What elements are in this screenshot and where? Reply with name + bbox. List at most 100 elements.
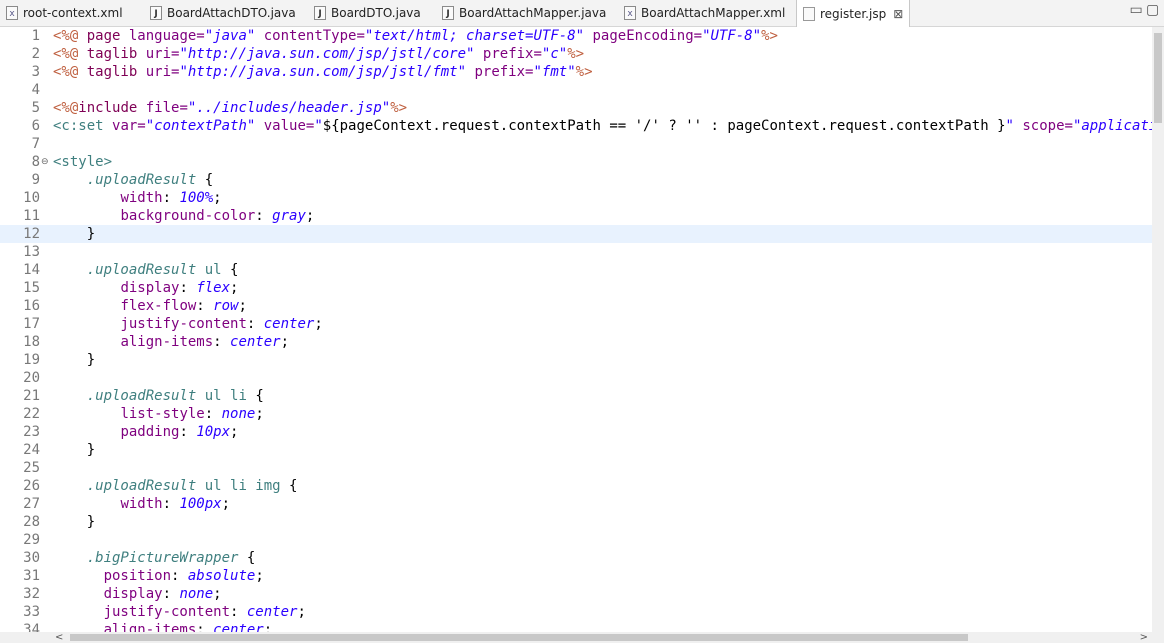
code-text: <%@ taglib uri="http://java.sun.com/jsp/… (53, 46, 585, 62)
code-text: .uploadResult ul { (86, 262, 239, 278)
code-text: .bigPictureWrapper { (86, 550, 256, 566)
code-text: display: none; (103, 586, 222, 602)
line-number: 5 (31, 100, 40, 116)
java-file-icon: J (150, 6, 162, 20)
code-line[interactable]: 22 list-style: none; (0, 405, 1152, 423)
code-line[interactable]: 6 <c:set var="contextPath" value="${pageC… (0, 117, 1152, 135)
java-file-icon: J (442, 6, 454, 20)
tab-boardattachmapper-java[interactable]: J BoardAttachMapper.java (442, 0, 606, 26)
line-number: 8 (31, 154, 40, 170)
xml-file-icon: x (6, 6, 18, 20)
jsp-file-icon (803, 6, 815, 21)
fold-toggle-icon[interactable]: ⊖ (41, 157, 49, 167)
code-text: display: flex; (120, 280, 239, 296)
code-line[interactable]: 7 (0, 135, 1152, 153)
tab-boarddto-java[interactable]: J BoardDTO.java (314, 0, 421, 26)
minimize-icon[interactable]: ▭ (1130, 2, 1143, 18)
code-line[interactable]: 17 justify-content: center; (0, 315, 1152, 333)
code-line[interactable]: 10 width: 100%; (0, 189, 1152, 207)
tab-boardattachdto-java[interactable]: J BoardAttachDTO.java (150, 0, 296, 26)
code-text: list-style: none; (120, 406, 264, 422)
code-line[interactable]: 12 } (0, 225, 1152, 243)
line-number: 4 (31, 82, 40, 98)
scroll-left-icon[interactable]: < (55, 632, 63, 643)
vertical-scroll-thumb[interactable] (1154, 33, 1162, 123)
code-line[interactable]: 32 display: none; (0, 585, 1152, 603)
tab-label: register.jsp (820, 6, 887, 21)
code-line[interactable]: 23 padding: 10px; (0, 423, 1152, 441)
code-line[interactable]: 2 <%@ taglib uri="http://java.sun.com/jsp… (0, 45, 1152, 63)
code-line[interactable]: 29 (0, 531, 1152, 549)
code-text: width: 100%; (120, 190, 222, 206)
tab-label: BoardAttachDTO.java (167, 6, 296, 20)
line-number: 23 (23, 424, 40, 440)
code-line[interactable]: 15 display: flex; (0, 279, 1152, 297)
code-line[interactable]: 28 } (0, 513, 1152, 531)
code-editor[interactable]: 1 <%@ page language="java" contentType="t… (0, 27, 1152, 632)
code-line[interactable]: 1 <%@ page language="java" contentType="t… (0, 27, 1152, 45)
line-number: 12 (23, 226, 40, 242)
code-line[interactable]: 26 .uploadResult ul li img { (0, 477, 1152, 495)
line-number: 26 (23, 478, 40, 494)
close-tab-icon[interactable]: ⊠ (893, 7, 903, 21)
code-text: .uploadResult ul li { (86, 388, 264, 404)
code-text: justify-content: center; (120, 316, 323, 332)
code-text: <c:set var="contextPath" value="${pageCo… (53, 118, 1152, 134)
code-text: } (53, 514, 96, 530)
code-line[interactable]: 30 .bigPictureWrapper { (0, 549, 1152, 567)
code-line[interactable]: 14 .uploadResult ul { (0, 261, 1152, 279)
xml-file-icon: x (624, 6, 636, 20)
code-line[interactable]: 8 ⊖ <style> (0, 153, 1152, 171)
line-number: 15 (23, 280, 40, 296)
code-line[interactable]: 3 <%@ taglib uri="http://java.sun.com/jsp… (0, 63, 1152, 81)
code-text: } (53, 226, 96, 242)
line-number: 10 (23, 190, 40, 206)
line-number: 18 (23, 334, 40, 350)
line-number: 16 (23, 298, 40, 314)
code-line[interactable]: 20 (0, 369, 1152, 387)
code-line[interactable]: 27 width: 100px; (0, 495, 1152, 513)
code-line[interactable]: 31 position: absolute; (0, 567, 1152, 585)
line-number: 13 (23, 244, 40, 260)
code-line[interactable]: 34 align-items: center; (0, 621, 1152, 632)
line-number: 33 (23, 604, 40, 620)
code-text: align-items: center; (120, 334, 290, 350)
vertical-scrollbar[interactable] (1152, 27, 1164, 632)
editor-tab-bar: x root-context.xml J BoardAttachDTO.java… (0, 0, 1164, 27)
line-number: 25 (23, 460, 40, 476)
code-text: background-color: gray; (120, 208, 315, 224)
tab-label: BoardAttachMapper.java (459, 6, 607, 20)
code-line[interactable]: 11 background-color: gray; (0, 207, 1152, 225)
code-line[interactable]: 9 .uploadResult { (0, 171, 1152, 189)
code-text: .uploadResult ul li img { (86, 478, 298, 494)
tab-boardattachmapper-xml[interactable]: x BoardAttachMapper.xml (624, 0, 785, 26)
code-line[interactable]: 4 (0, 81, 1152, 99)
code-text: <%@ taglib uri="http://java.sun.com/jsp/… (53, 64, 593, 80)
code-line[interactable]: 18 align-items: center; (0, 333, 1152, 351)
horizontal-scrollbar[interactable]: < > (0, 632, 1164, 643)
code-text: width: 100px; (120, 496, 231, 512)
line-number: 28 (23, 514, 40, 530)
code-text: padding: 10px; (120, 424, 239, 440)
code-text: <style> (53, 154, 113, 170)
code-text: <%@ page language="java" contentType="te… (53, 28, 778, 44)
code-line[interactable]: 25 (0, 459, 1152, 477)
line-number: 31 (23, 568, 40, 584)
line-number: 27 (23, 496, 40, 512)
scroll-right-icon[interactable]: > (1140, 632, 1148, 643)
code-line[interactable]: 24 } (0, 441, 1152, 459)
code-line[interactable]: 19 } (0, 351, 1152, 369)
line-number: 29 (23, 532, 40, 548)
line-number: 11 (23, 208, 40, 224)
code-line[interactable]: 13 (0, 243, 1152, 261)
line-number: 34 (23, 622, 40, 632)
code-line[interactable]: 33 justify-content: center; (0, 603, 1152, 621)
tab-root-context-xml[interactable]: x root-context.xml (6, 0, 123, 26)
tab-register-jsp[interactable]: register.jsp ⊠ (796, 0, 911, 27)
code-text: flex-flow: row; (120, 298, 247, 314)
code-line[interactable]: 21 .uploadResult ul li { (0, 387, 1152, 405)
horizontal-scroll-thumb[interactable] (70, 634, 968, 641)
code-line[interactable]: 16 flex-flow: row; (0, 297, 1152, 315)
code-line[interactable]: 5 <%@include file="../includes/header.jsp… (0, 99, 1152, 117)
maximize-icon[interactable]: ▢ (1146, 2, 1159, 18)
